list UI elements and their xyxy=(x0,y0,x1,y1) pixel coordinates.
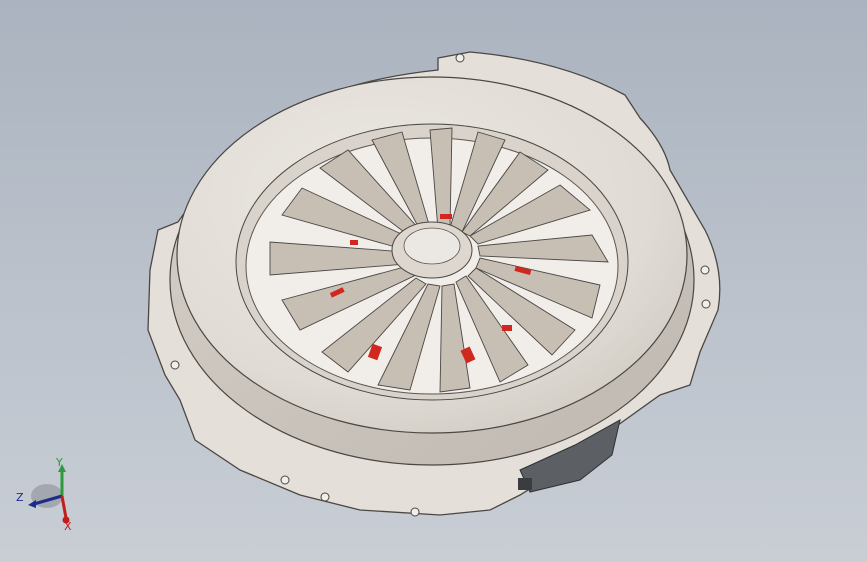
z-axis-arrow xyxy=(28,500,36,508)
mounting-hole xyxy=(410,507,420,517)
release-hub-bore xyxy=(403,227,461,265)
red-accent xyxy=(440,214,452,219)
mounting-hole xyxy=(280,475,290,485)
z-axis-label: Z xyxy=(16,491,24,504)
clutch-pressure-plate-model[interactable] xyxy=(0,0,867,562)
y-axis-label: Y xyxy=(56,456,63,469)
bracket-pad xyxy=(518,478,532,490)
graphics-viewport[interactable]: Y Z X xyxy=(0,0,867,562)
x-axis-label: X xyxy=(64,520,72,533)
red-accent xyxy=(350,240,358,245)
mounting-hole xyxy=(700,265,710,275)
mounting-hole xyxy=(455,53,465,63)
red-accent xyxy=(502,325,512,331)
mounting-hole xyxy=(320,492,330,502)
mounting-hole xyxy=(701,299,711,309)
x-axis-line xyxy=(60,495,68,519)
mounting-hole xyxy=(170,360,180,370)
